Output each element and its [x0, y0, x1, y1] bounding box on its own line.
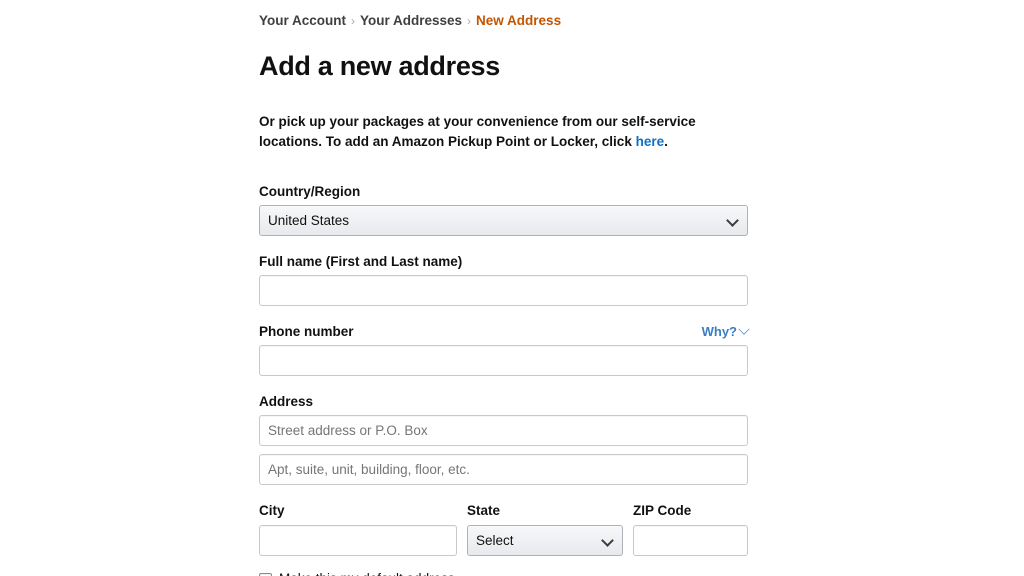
pickup-note: Or pick up your packages at your conveni…: [259, 95, 729, 152]
breadcrumb: Your Account › Your Addresses › New Addr…: [259, 12, 748, 30]
add-address-page: Your Account › Your Addresses › New Addr…: [0, 0, 1024, 576]
city-field: City: [259, 503, 457, 556]
breadcrumb-item-your-account[interactable]: Your Account: [259, 14, 346, 28]
pickup-note-text: Or pick up your packages at your conveni…: [259, 114, 696, 150]
address-label: Address: [259, 394, 314, 410]
form-column: Your Account › Your Addresses › New Addr…: [259, 12, 750, 576]
breadcrumb-item-new-address: New Address: [476, 13, 562, 29]
address-field: Address: [259, 376, 748, 486]
phone-why-link[interactable]: Why?: [701, 323, 750, 339]
country-label: Country/Region: [259, 183, 361, 199]
city-input[interactable]: [259, 524, 457, 556]
city-label: City: [259, 503, 285, 519]
state-label-row: State: [467, 503, 623, 524]
full-name-field: Full name (First and Last name): [259, 236, 748, 306]
breadcrumb-separator-icon: ›: [467, 14, 472, 28]
state-field: State Select: [467, 503, 623, 556]
country-select-value: United States: [259, 204, 748, 236]
pickup-note-text-end: .: [664, 134, 668, 150]
zip-field: ZIP Code: [633, 503, 748, 556]
country-label-row: Country/Region: [259, 184, 748, 205]
phone-input[interactable]: [259, 345, 748, 377]
phone-label: Phone number: [259, 324, 354, 339]
zip-input[interactable]: [633, 524, 748, 556]
full-name-label: Full name (First and Last name): [259, 253, 463, 269]
pickup-here-link[interactable]: here: [636, 134, 665, 149]
city-state-zip-row: City State Select ZIP Code: [259, 485, 748, 556]
country-field: Country/Region United States: [259, 166, 748, 236]
zip-label: ZIP Code: [633, 503, 692, 519]
phone-label-row: Phone number Why?: [259, 323, 750, 345]
breadcrumb-item-your-addresses[interactable]: Your Addresses: [360, 14, 462, 28]
full-name-input[interactable]: [259, 275, 748, 306]
default-address-row[interactable]: Make this my default address: [259, 552, 748, 576]
address-line1-input[interactable]: [259, 415, 748, 447]
phone-field: Phone number Why?: [259, 306, 750, 377]
state-label: State: [467, 503, 501, 519]
address-line2-input[interactable]: [259, 454, 748, 486]
country-select[interactable]: United States: [259, 204, 748, 236]
city-label-row: City: [259, 503, 457, 524]
address-label-row: Address: [259, 394, 748, 415]
breadcrumb-separator-icon: ›: [351, 14, 355, 28]
state-select-value: Select: [467, 524, 623, 556]
zip-label-row: ZIP Code: [633, 503, 748, 524]
phone-why-label: Why?: [701, 324, 737, 339]
default-address-label: Make this my default address: [279, 571, 455, 576]
full-name-label-row: Full name (First and Last name): [259, 254, 748, 275]
state-select[interactable]: Select: [467, 524, 623, 556]
chevron-down-icon: [738, 323, 750, 335]
page-title: Add a new address: [259, 51, 500, 81]
